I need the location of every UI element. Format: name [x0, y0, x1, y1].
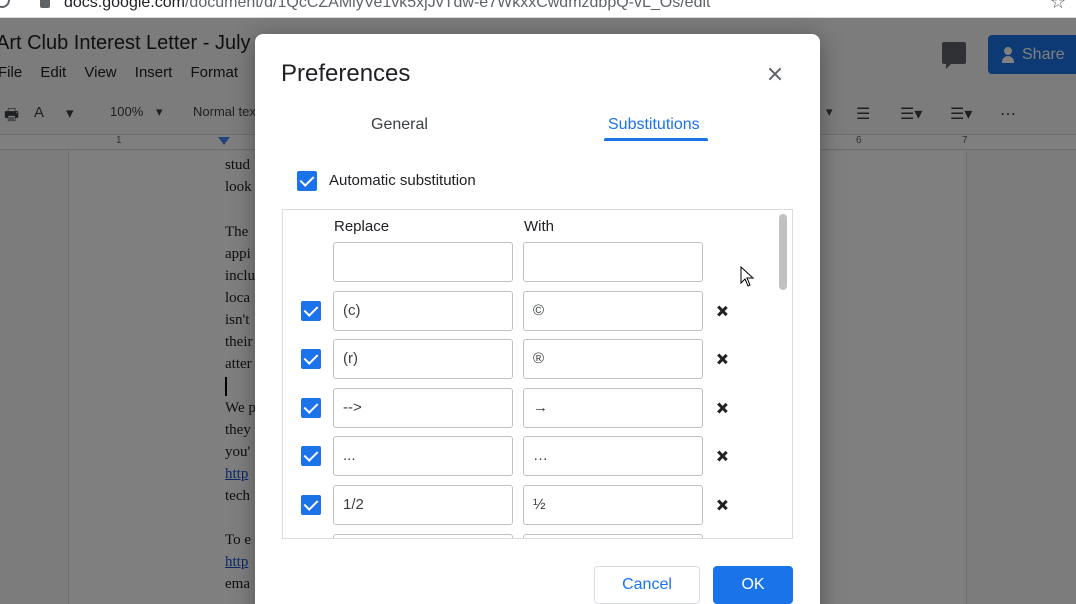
with-field[interactable]: ½: [523, 485, 703, 525]
with-field[interactable]: ®: [523, 339, 703, 379]
reload-icon[interactable]: [0, 0, 10, 8]
url-text[interactable]: docs.google.com/document/d/1QcCZAMiyVe1v…: [64, 0, 710, 12]
automatic-substitution-checkbox[interactable]: [297, 171, 317, 191]
delete-row-icon[interactable]: [715, 449, 729, 463]
close-icon[interactable]: [765, 64, 785, 84]
delete-row-icon[interactable]: [715, 498, 729, 512]
replace-field[interactable]: (c): [333, 291, 513, 331]
address-bar[interactable]: docs.google.com/document/d/1QcCZAMiyVe1v…: [0, 0, 1076, 18]
mouse-pointer-icon: [740, 266, 755, 287]
new-replace-input[interactable]: [333, 242, 513, 282]
replace-field[interactable]: (r): [333, 339, 513, 379]
column-header-replace: Replace: [334, 218, 390, 235]
substitution-table: Replace With (c) © (r) ® --> → ... … 1/2…: [282, 209, 793, 539]
new-with-input[interactable]: [523, 242, 703, 282]
replace-field[interactable]: 1/2: [333, 485, 513, 525]
preferences-dialog: Preferences General Substitutions Automa…: [255, 34, 820, 604]
bookmark-star-icon[interactable]: ☆: [1050, 0, 1066, 13]
column-header-with: With: [524, 218, 554, 235]
row-checkbox[interactable]: [301, 495, 321, 515]
row-checkbox[interactable]: [301, 301, 321, 321]
with-field[interactable]: [523, 534, 703, 538]
row-checkbox[interactable]: [301, 349, 321, 369]
tab-general[interactable]: General: [371, 116, 428, 134]
lock-icon: [40, 0, 50, 8]
scrollbar-thumb[interactable]: [779, 214, 787, 290]
tab-substitutions[interactable]: Substitutions: [608, 116, 700, 134]
with-field[interactable]: →: [523, 388, 703, 428]
dialog-title: Preferences: [281, 60, 411, 87]
delete-row-icon[interactable]: [715, 352, 729, 366]
row-checkbox[interactable]: [301, 446, 321, 466]
with-field[interactable]: ©: [523, 291, 703, 331]
replace-field[interactable]: [333, 534, 513, 538]
with-field[interactable]: …: [523, 436, 703, 476]
cancel-button[interactable]: Cancel: [594, 566, 700, 604]
active-tab-indicator: [604, 138, 708, 141]
delete-row-icon[interactable]: [715, 401, 729, 415]
ok-button[interactable]: OK: [713, 566, 793, 604]
delete-row-icon[interactable]: [715, 304, 729, 318]
automatic-substitution-label: Automatic substitution: [329, 172, 476, 189]
replace-field[interactable]: -->: [333, 388, 513, 428]
replace-field[interactable]: ...: [333, 436, 513, 476]
row-checkbox[interactable]: [301, 398, 321, 418]
